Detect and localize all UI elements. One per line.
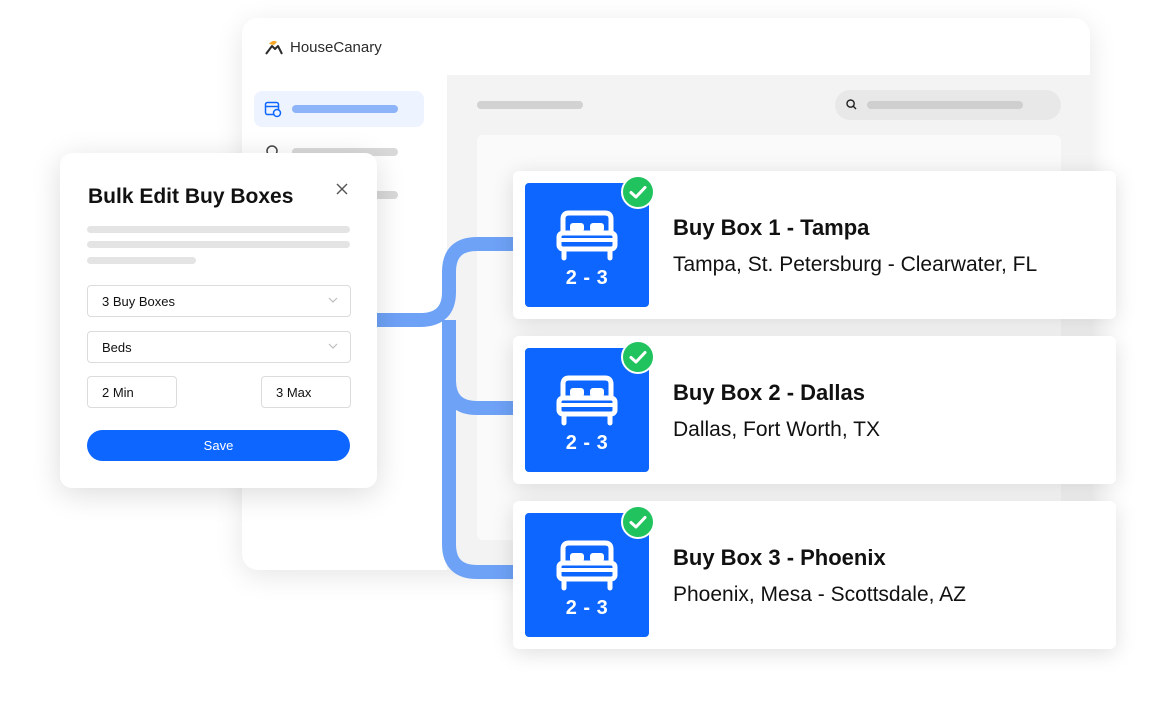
buy-box-location: Phoenix, Mesa - Scottsdale, AZ xyxy=(673,583,966,606)
buy-box-title: Buy Box 2 - Dallas xyxy=(673,380,865,405)
chevron-down-icon xyxy=(328,297,338,303)
check-circle-icon xyxy=(621,505,655,539)
description-placeholder xyxy=(87,226,350,233)
buy-box-card-1[interactable]: 2 - 3 Buy Box 1 - Tampa Tampa, St. Peter… xyxy=(513,171,1116,319)
criteria-select[interactable]: Beds xyxy=(87,331,351,363)
max-field[interactable]: 3 Max xyxy=(261,376,351,408)
description-placeholder xyxy=(87,241,350,248)
buy-box-card-2[interactable]: 2 - 3 Buy Box 2 - Dallas Dallas, Fort Wo… xyxy=(513,336,1116,484)
description-placeholder xyxy=(87,257,196,264)
buy-box-location: Tampa, St. Petersburg - Clearwater, FL xyxy=(673,253,1038,276)
buy-box-title: Buy Box 3 - Phoenix xyxy=(673,545,886,570)
beds-range: 2 - 3 xyxy=(565,432,609,454)
buy-boxes-select-value: 3 Buy Boxes xyxy=(102,293,175,309)
min-field-value: 2 Min xyxy=(102,384,134,400)
buy-boxes-select[interactable]: 3 Buy Boxes xyxy=(87,285,351,317)
buy-box-card-3[interactable]: 2 - 3 Buy Box 3 - Phoenix Phoenix, Mesa … xyxy=(513,501,1116,649)
check-circle-icon xyxy=(621,340,655,374)
buy-box-location: Dallas, Fort Worth, TX xyxy=(673,418,880,441)
min-field[interactable]: 2 Min xyxy=(87,376,177,408)
criteria-select-value: Beds xyxy=(102,339,132,355)
save-button-label: Save xyxy=(203,438,234,453)
bed-icon xyxy=(556,540,618,591)
bed-icon xyxy=(556,210,618,261)
check-circle-icon xyxy=(621,175,655,209)
bulk-edit-modal: Bulk Edit Buy Boxes 3 Buy Boxes Beds 2 M… xyxy=(60,153,377,488)
max-field-value: 3 Max xyxy=(276,384,312,400)
close-icon[interactable] xyxy=(332,179,352,199)
save-button[interactable]: Save xyxy=(87,430,350,461)
modal-title: Bulk Edit Buy Boxes xyxy=(88,185,294,208)
buy-box-title: Buy Box 1 - Tampa xyxy=(673,215,870,240)
bed-icon xyxy=(556,375,618,426)
beds-range: 2 - 3 xyxy=(565,267,609,289)
beds-range: 2 - 3 xyxy=(565,597,609,619)
chevron-down-icon xyxy=(328,343,338,349)
